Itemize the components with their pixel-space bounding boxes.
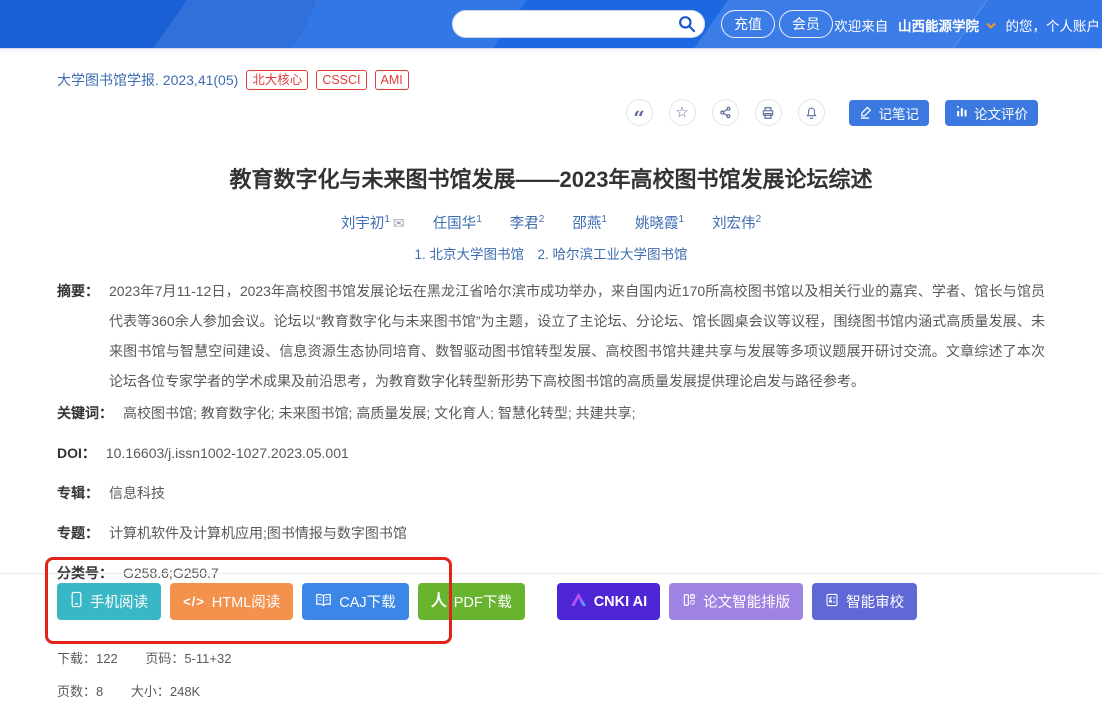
article-meta: 摘要： 2023年7月11-12日，2023年高校图书馆发展论坛在黑龙江省哈尔滨…	[57, 276, 1045, 602]
institution-dropdown[interactable]: 山西能源学院	[898, 19, 979, 34]
section-divider	[0, 573, 1102, 574]
journal-row: 大学图书馆学报 . 2023,41(05) 北大核心 CSSCI AMI	[57, 70, 409, 90]
badge-core: 北大核心	[246, 70, 308, 90]
top-header-bar: 充值 会员 欢迎来自 山西能源学院 的您，个人账户	[0, 0, 1102, 48]
take-notes-button[interactable]: 记笔记	[849, 100, 930, 126]
page-count: 页数：8	[57, 684, 103, 699]
search-icon[interactable]	[677, 14, 697, 34]
stats-row-1: 下载：122 页码：5-11+32	[57, 648, 255, 667]
share-icon[interactable]	[712, 99, 739, 126]
layout-icon	[682, 593, 696, 611]
stats-row-2: 页数：8 大小：248K	[57, 681, 224, 700]
article-toolbar: “ ☆ 记笔记 论文评价	[626, 99, 1039, 126]
bar-chart-icon	[955, 105, 969, 121]
journal-name-link[interactable]: 大学图书馆学报	[57, 70, 155, 90]
recharge-button[interactable]: 充值	[721, 10, 775, 38]
proofread-document-icon	[825, 593, 839, 611]
album-label: 专辑：	[57, 482, 99, 504]
author-link[interactable]: 刘宇初1✉	[341, 216, 405, 232]
topic-label: 专题：	[57, 522, 99, 544]
pdf-icon: 人	[431, 594, 447, 610]
doi-value: 10.16603/j.issn1002-1027.2023.05.001	[106, 442, 349, 464]
welcome-prefix: 欢迎来自	[834, 19, 888, 34]
author-link[interactable]: 邵燕1	[572, 216, 607, 232]
album-row: 专辑： 信息科技	[57, 482, 1045, 504]
book-icon	[315, 593, 332, 611]
file-size: 大小：248K	[131, 684, 200, 699]
author-link[interactable]: 任国华1	[433, 216, 482, 232]
phone-icon	[70, 591, 83, 612]
bell-notification-icon[interactable]	[798, 99, 825, 126]
topic-value: 计算机软件及计算机应用;图书情报与数字图书馆	[109, 522, 407, 544]
download-count: 下载：122	[57, 651, 118, 666]
doi-row: DOI： 10.16603/j.issn1002-1027.2023.05.00…	[57, 442, 1045, 464]
badge-cssci: CSSCI	[316, 70, 366, 90]
keywords-label: 关键词：	[57, 402, 113, 424]
code-icon: </>	[183, 594, 205, 609]
welcome-bar: 欢迎来自 山西能源学院 的您，个人账户	[834, 15, 1100, 35]
chevron-down-icon[interactable]	[986, 17, 996, 32]
email-icon[interactable]: ✉	[393, 215, 405, 231]
album-value: 信息科技	[109, 482, 165, 504]
cnki-ai-button[interactable]: CNKI AI	[557, 583, 660, 620]
member-button[interactable]: 会员	[779, 10, 833, 38]
keywords-links[interactable]: 高校图书馆; 教育数字化; 未来图书馆; 高质量发展; 文化育人; 智慧化转型;…	[123, 402, 636, 424]
pdf-download-button[interactable]: 人 PDF下载	[418, 583, 525, 620]
cnki-ai-triangle-icon	[570, 592, 587, 611]
author-link[interactable]: 姚晓霞1	[635, 216, 684, 232]
smart-proofread-button[interactable]: 智能审校	[812, 583, 917, 620]
search-input[interactable]	[466, 13, 677, 35]
author-affiliations[interactable]: 1. 北京大学图书馆 2. 哈尔滨工业大学图书馆	[0, 243, 1102, 263]
caj-download-button[interactable]: CAJ下载	[302, 583, 408, 620]
html-read-button[interactable]: </> HTML阅读	[170, 583, 293, 620]
mobile-read-button[interactable]: 手机阅读	[57, 583, 161, 620]
author-list: 刘宇初1✉ 任国华1 李君2 邵燕1 姚晓霞1 刘宏伟2	[0, 212, 1102, 233]
page-title: 教育数字化与未来图书馆发展——2023年高校图书馆发展论坛综述	[0, 162, 1102, 194]
keywords-row: 关键词： 高校图书馆; 教育数字化; 未来图书馆; 高质量发展; 文化育人; 智…	[57, 402, 1045, 424]
topic-row: 专题： 计算机软件及计算机应用;图书情报与数字图书馆	[57, 522, 1045, 544]
abstract-label: 摘要：	[57, 276, 99, 390]
action-button-row: 手机阅读 </> HTML阅读 CAJ下载 人 PDF下载 CNKI AI	[57, 583, 926, 620]
print-icon[interactable]	[755, 99, 782, 126]
author-link[interactable]: 李君2	[510, 216, 545, 232]
star-favorite-icon[interactable]: ☆	[669, 99, 696, 126]
smart-typeset-button[interactable]: 论文智能排版	[669, 583, 803, 620]
pencil-icon	[859, 104, 874, 122]
welcome-suffix[interactable]: 的您，个人账户	[1006, 19, 1101, 34]
page-range: 页码：5-11+32	[145, 651, 231, 666]
badge-ami: AMI	[375, 70, 409, 90]
author-link[interactable]: 刘宏伟2	[712, 216, 761, 232]
search-box[interactable]	[452, 10, 705, 38]
quote-icon[interactable]: “	[626, 99, 653, 126]
paper-evaluation-button[interactable]: 论文评价	[945, 100, 1038, 126]
abstract-row: 摘要： 2023年7月11-12日，2023年高校图书馆发展论坛在黑龙江省哈尔滨…	[57, 276, 1045, 390]
abstract-text: 2023年7月11-12日，2023年高校图书馆发展论坛在黑龙江省哈尔滨市成功举…	[109, 276, 1045, 396]
doi-label: DOI：	[57, 442, 96, 464]
journal-issue: . 2023,41(05)	[155, 72, 238, 88]
